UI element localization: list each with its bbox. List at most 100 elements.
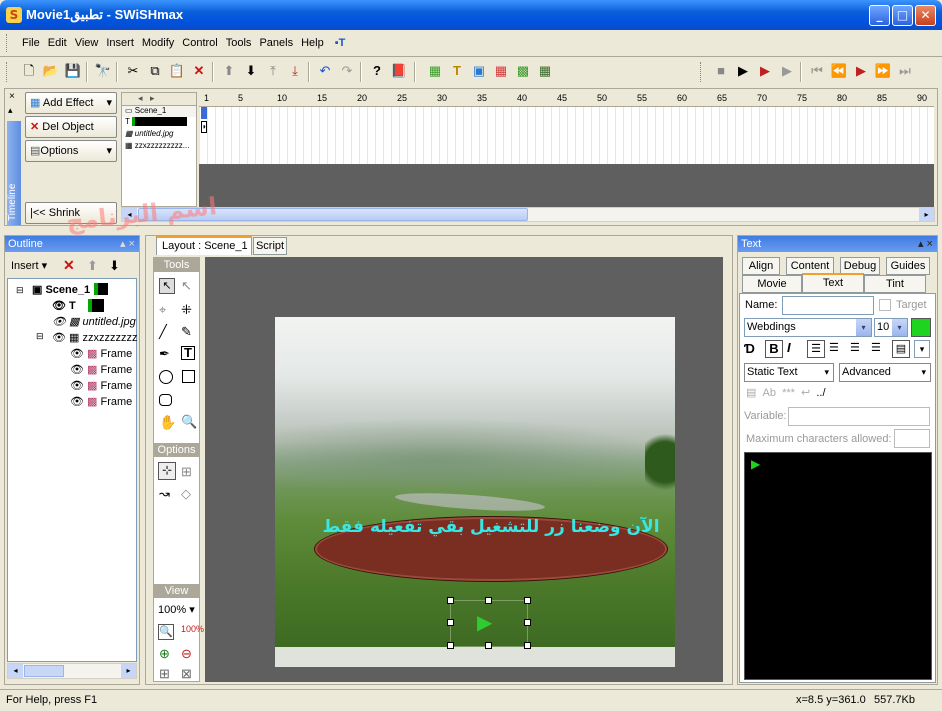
path-option-icon[interactable]: ◇ — [181, 486, 191, 502]
help-topics-icon[interactable]: ▪T — [331, 34, 350, 52]
undo-icon[interactable]: ↶ — [316, 62, 334, 80]
zoom-out-icon[interactable]: ⊖ — [181, 646, 192, 662]
next-frame-icon[interactable]: ▶ — [852, 62, 870, 80]
move-up-icon[interactable]: ⬆ — [220, 62, 238, 80]
font-select[interactable]: Webdings ▾ — [744, 318, 872, 337]
timeline-close-icon[interactable]: × — [9, 91, 15, 102]
stop-icon[interactable]: ■ — [712, 62, 730, 80]
redo-icon[interactable]: ↷ — [338, 62, 356, 80]
forward-icon[interactable]: ⏩ — [874, 62, 892, 80]
tab-align[interactable]: Align — [742, 257, 780, 275]
insert-scene-icon[interactable]: ▦ — [426, 62, 444, 80]
outline-scrollbar[interactable]: ◂ ▸ — [7, 663, 137, 679]
tree-item-frame-3[interactable]: 👁 ▩ Frame — [70, 379, 138, 392]
tab-guides[interactable]: Guides — [886, 257, 930, 275]
tree-item-frame-1[interactable]: 👁 ▩ Frame — [70, 347, 138, 360]
text-content-area[interactable]: ▶ — [744, 452, 932, 680]
reshape-tool-icon[interactable]: ⌖ — [159, 302, 166, 318]
menu-modify[interactable]: Modify — [138, 34, 178, 52]
play-effect-icon[interactable]: ▶ — [778, 62, 796, 80]
minimize-button[interactable]: _ — [869, 5, 890, 26]
tree-item-scene[interactable]: ▣ Scene_1 — [32, 283, 90, 296]
cut-icon[interactable]: ✂ — [124, 62, 142, 80]
layer-scene[interactable]: ▭ Scene_1 — [122, 106, 196, 117]
align-center-icon[interactable]: ☰ — [829, 341, 839, 354]
menu-help[interactable]: Help — [297, 34, 328, 52]
align-justify-icon[interactable]: ☰ — [871, 341, 881, 354]
first-frame-icon[interactable]: ⏮ — [808, 62, 826, 80]
play-element-icon[interactable]: ▶ — [756, 62, 774, 80]
text-color-swatch[interactable] — [911, 318, 931, 337]
outline-down-icon[interactable]: ⬇ — [109, 258, 120, 274]
maxchars-input[interactable] — [894, 429, 930, 448]
motion-path-icon[interactable]: ↝ — [159, 486, 170, 502]
add-effect-button[interactable]: ▦ Add Effect ▾ — [25, 92, 117, 114]
outline-up-icon[interactable]: ⬆ — [87, 258, 98, 274]
tree-item-text[interactable]: 👁 T — [52, 299, 76, 312]
copy-icon[interactable]: ⧉ — [146, 62, 164, 80]
align-left-icon[interactable]: ☰ — [807, 340, 825, 358]
insert-image-icon[interactable]: ▣ — [470, 62, 488, 80]
ellipse-tool-icon[interactable] — [159, 370, 173, 384]
frame-cells[interactable]: ◗ — [199, 107, 934, 164]
tab-movie[interactable]: Movie — [742, 275, 802, 293]
tab-text[interactable]: Text — [802, 273, 864, 293]
show-grid-icon[interactable]: ⊞ — [159, 666, 170, 682]
options-button[interactable]: ▤Options ▾ — [25, 140, 117, 162]
subselect-tool-icon[interactable]: ↖ — [181, 278, 192, 294]
insert-sprite-icon[interactable]: ▦ — [536, 62, 554, 80]
menu-file[interactable]: File — [18, 34, 44, 52]
layer-text[interactable]: T — [122, 117, 196, 129]
font-effects-icon[interactable]: Ɗ — [744, 341, 755, 356]
maximize-button[interactable]: □ — [892, 5, 913, 26]
paste-icon[interactable]: 📋 — [168, 62, 186, 80]
close-button[interactable]: ✕ — [915, 5, 936, 26]
del-object-button[interactable]: ✕ Del Object — [25, 116, 117, 138]
insert-button-icon[interactable]: ▩ — [514, 62, 532, 80]
save-icon[interactable]: 💾 — [64, 62, 82, 80]
layer-button[interactable]: ▦ zzxzzzzzzzzz... — [122, 141, 196, 153]
prev-frame-icon[interactable]: ⏪ — [830, 62, 848, 80]
move-bottom-icon[interactable]: ⤓ — [286, 62, 304, 80]
collapse-icon[interactable]: ⊟ — [16, 285, 24, 296]
tree-item-button[interactable]: 👁 ▦ zzxzzzzzzz — [52, 331, 138, 344]
insert-text-icon[interactable]: T — [448, 62, 466, 80]
tab-tint[interactable]: Tint — [864, 275, 926, 293]
find-icon[interactable]: 🔭 — [94, 62, 112, 80]
tree-item-frame-2[interactable]: 👁 ▩ Frame — [70, 363, 138, 376]
transform-tool-icon[interactable]: ⁜ — [181, 302, 192, 318]
move-top-icon[interactable]: ⤒ — [264, 62, 282, 80]
menu-tools[interactable]: Tools — [222, 34, 256, 52]
zoom-select[interactable]: 100% ▾ — [158, 603, 195, 616]
timeline-dock-icon[interactable]: ▴ — [8, 105, 13, 116]
align-right-icon[interactable]: ☰ — [850, 341, 860, 354]
last-frame-icon[interactable]: ⏭ — [896, 62, 914, 80]
menu-control[interactable]: Control — [178, 34, 221, 52]
menu-insert[interactable]: Insert — [102, 34, 138, 52]
play-button-icon[interactable]: ▶ — [477, 610, 492, 635]
text-tool-icon[interactable]: T — [181, 346, 195, 360]
variable-input[interactable] — [788, 407, 930, 426]
line-tool-icon[interactable]: ╱ — [159, 324, 167, 340]
name-input[interactable] — [782, 296, 874, 315]
move-down-icon[interactable]: ⬇ — [242, 62, 260, 80]
pen-tool-icon[interactable]: ✒ — [159, 346, 170, 362]
collapse-icon-2[interactable]: ⊟ — [36, 331, 44, 342]
format-dropdown[interactable]: ▾ — [914, 340, 930, 358]
book-icon[interactable]: 📕 — [390, 62, 408, 80]
select-tool-icon[interactable]: ↖ — [159, 278, 175, 294]
play-icon[interactable]: ▶ — [734, 62, 752, 80]
text-format-icon[interactable]: ▤ — [892, 340, 910, 358]
outline-delete-icon[interactable]: ✕ — [63, 257, 75, 274]
menu-panels[interactable]: Panels — [255, 34, 297, 52]
pencil-tool-icon[interactable]: ✎ — [181, 324, 192, 340]
grid-option-icon[interactable]: ⊞ — [181, 464, 192, 480]
tree-item-frame-4[interactable]: 👁 ▩ Frame — [70, 395, 138, 408]
tab-layout[interactable]: Layout : Scene_1 — [156, 236, 252, 255]
tree-item-image[interactable]: 👁 ▩ untitled.jpg — [52, 315, 138, 328]
advanced-button[interactable]: Advanced ▾ — [839, 363, 931, 382]
context-help-icon[interactable]: ? — [368, 62, 386, 80]
italic-button[interactable]: I — [787, 340, 791, 355]
delete-icon[interactable]: ✕ — [190, 62, 208, 80]
menu-view[interactable]: View — [71, 34, 103, 52]
